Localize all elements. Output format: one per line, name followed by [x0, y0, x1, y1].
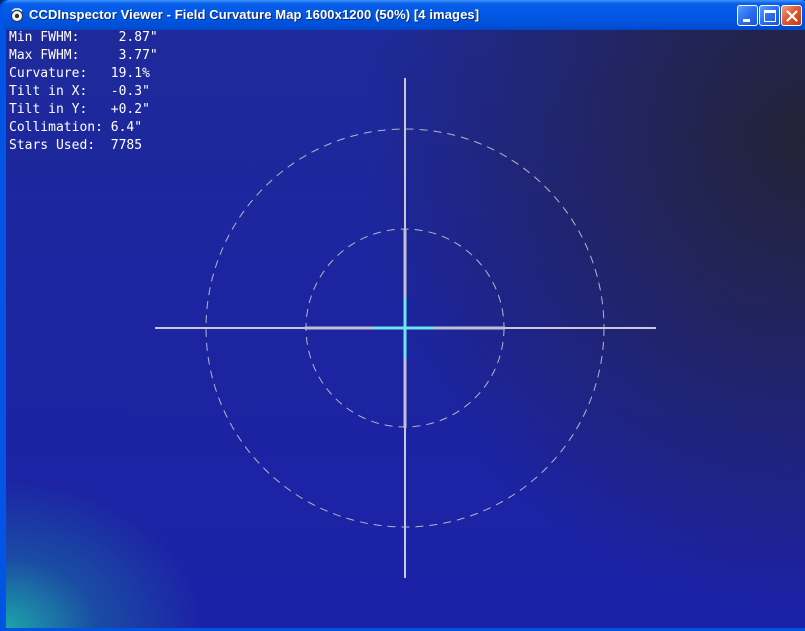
stat-tilt-x: Tilt in X: -0.3" — [9, 83, 158, 101]
stat-label: Tilt in X: — [9, 84, 88, 99]
stat-value: 3.77" — [118, 48, 158, 63]
stat-value: -0.3" — [110, 84, 150, 99]
minimize-button[interactable] — [737, 5, 758, 26]
stat-label: Tilt in Y: — [9, 102, 88, 117]
field-curvature-map: Min FWHM: 2.87" Max FWHM: 3.77" Curvatur… — [6, 30, 805, 628]
window-title: CCDInspector Viewer - Field Curvature Ma… — [29, 7, 480, 22]
viewer-window: CCDInspector Viewer - Field Curvature Ma… — [0, 0, 805, 631]
stat-tilt-y: Tilt in Y: +0.2" — [9, 101, 158, 119]
stat-label: Curvature: — [9, 66, 88, 81]
minimize-icon — [743, 19, 750, 22]
stat-label: Min FWHM: — [9, 30, 80, 45]
title-bar[interactable]: CCDInspector Viewer - Field Curvature Ma… — [3, 0, 805, 30]
maximize-icon — [764, 10, 776, 22]
stat-label: Max FWHM: — [9, 48, 80, 63]
stat-label: Collimation: — [9, 120, 103, 135]
stat-value: +0.2" — [110, 102, 150, 117]
stat-value: 6.4" — [110, 120, 143, 135]
ccdinspector-app-icon[interactable] — [9, 7, 25, 23]
stat-collimation: Collimation: 6.4" — [9, 119, 158, 137]
statistics-panel: Min FWHM: 2.87" Max FWHM: 3.77" Curvatur… — [9, 30, 158, 155]
close-button[interactable] — [781, 5, 802, 26]
stat-stars-used: Stars Used: 7785 — [9, 137, 158, 155]
stat-max-fwhm: Max FWHM: 3.77" — [9, 47, 158, 65]
maximize-button[interactable] — [759, 5, 780, 26]
stat-value: 2.87" — [118, 30, 158, 45]
stat-label: Stars Used: — [9, 138, 96, 153]
stat-curvature: Curvature: 19.1% — [9, 65, 158, 83]
close-icon — [786, 10, 798, 22]
stat-min-fwhm: Min FWHM: 2.87" — [9, 30, 158, 47]
stat-value: 19.1% — [110, 66, 150, 81]
stat-value: 7785 — [110, 138, 143, 153]
